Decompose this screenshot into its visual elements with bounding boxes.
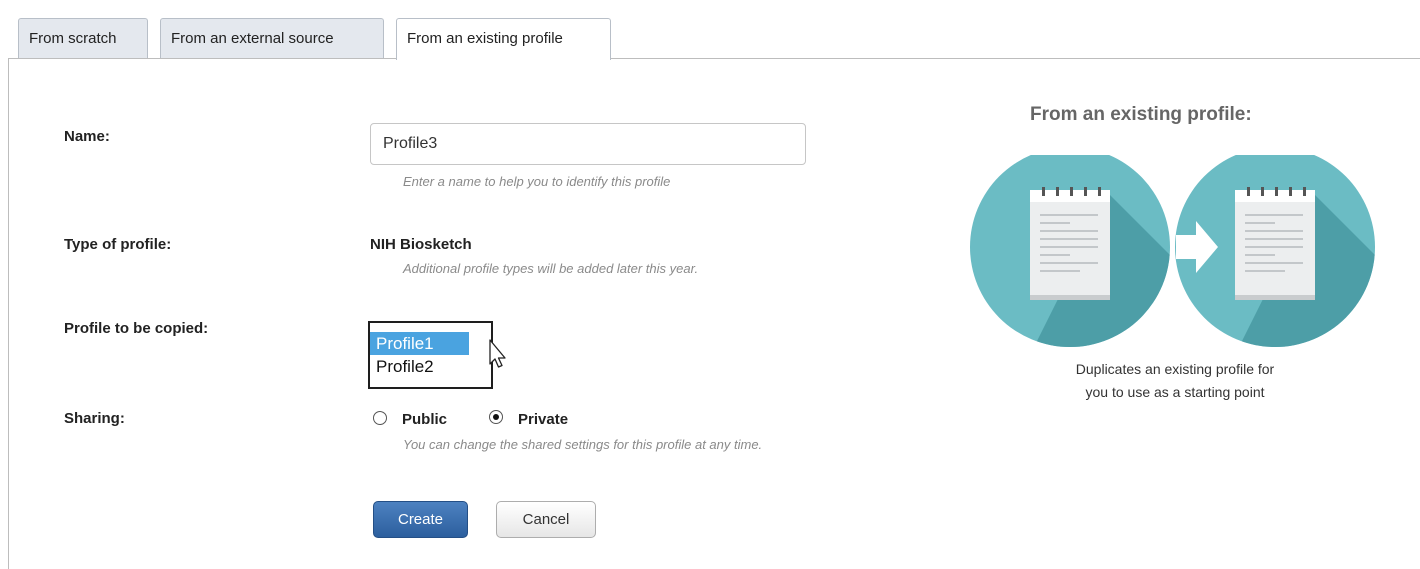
tab-from-existing-profile[interactable]: From an existing profile [396, 18, 611, 60]
profile-to-copy-label: Profile to be copied: [64, 320, 209, 337]
create-button[interactable]: Create [373, 501, 468, 538]
side-panel-title: From an existing profile: [1030, 104, 1252, 125]
listbox-option-profile1[interactable]: Profile1 [370, 332, 469, 355]
tab-from-scratch[interactable]: From scratch [18, 18, 148, 58]
tab-label: From an external source [171, 30, 334, 47]
sharing-hint: You can change the shared settings for t… [403, 437, 763, 452]
side-panel-description: Duplicates an existing profile for you t… [1020, 358, 1330, 404]
type-of-profile-label: Type of profile: [64, 236, 172, 253]
side-description-line2: you to use as a starting point [1085, 384, 1265, 400]
private-radio-label[interactable]: Private [518, 411, 568, 428]
mouse-pointer-icon [489, 339, 506, 368]
tab-label: From scratch [29, 30, 117, 47]
private-radio[interactable] [489, 410, 503, 424]
sharing-label: Sharing: [64, 410, 125, 427]
tab-from-external-source[interactable]: From an external source [160, 18, 384, 58]
public-radio-label[interactable]: Public [402, 411, 447, 428]
name-label: Name: [64, 128, 110, 145]
type-of-profile-hint: Additional profile types will be added l… [403, 261, 699, 276]
side-description-line1: Duplicates an existing profile for [1075, 361, 1275, 377]
document-copy-icon [970, 155, 1375, 347]
profile-to-copy-listbox[interactable]: Profile1 Profile2 [368, 321, 493, 389]
public-radio[interactable] [373, 411, 387, 425]
name-input[interactable] [370, 123, 806, 165]
tab-label: From an existing profile [407, 30, 563, 47]
cancel-button[interactable]: Cancel [496, 501, 596, 538]
listbox-option-profile2[interactable]: Profile2 [370, 355, 491, 378]
type-of-profile-value: NIH Biosketch [370, 236, 472, 253]
name-hint: Enter a name to help you to identify thi… [403, 174, 671, 189]
